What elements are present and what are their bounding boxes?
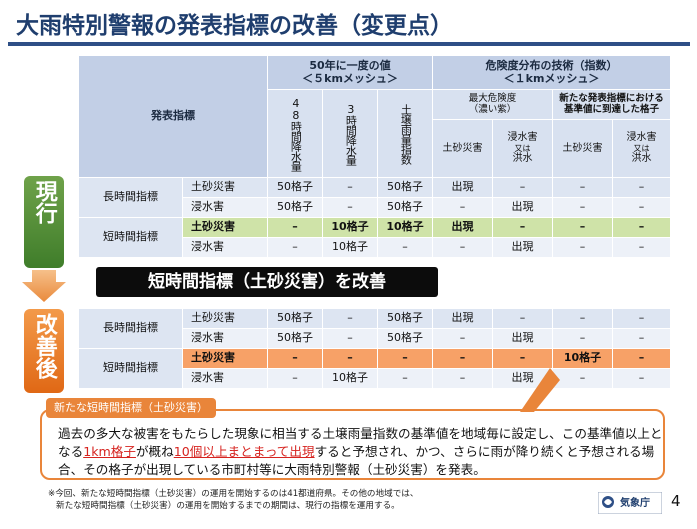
cell: 10格子 [322, 237, 378, 258]
cell: – [376, 237, 434, 258]
cell: – [492, 308, 553, 329]
cell: – [432, 348, 493, 369]
highlight-grid-count: 10個以上まとまって出現 [173, 444, 315, 459]
cell: 出現 [432, 177, 494, 198]
improvement-banner: 短時間指標（土砂災害）を改善 [96, 267, 438, 297]
row-type: 土砂災害 [182, 308, 268, 329]
cell: – [322, 348, 378, 369]
header-soil-index: 土壌雨量指数 [376, 89, 434, 178]
row-type: 土砂災害 [182, 177, 268, 198]
cell: – [612, 308, 671, 329]
cell: – [612, 368, 671, 389]
callout-text: 過去の多大な被害をもたらした現象に相当する土壌雨量指数の基準値を地域毎に設定し、… [58, 426, 663, 477]
cell: – [552, 197, 614, 218]
cell: 50格子 [376, 177, 434, 198]
cell: – [612, 328, 671, 349]
cell: – [492, 177, 554, 198]
cell: 出現 [432, 308, 493, 329]
row-group-long: 長時間指標 [78, 177, 183, 218]
row-type: 浸水害 [182, 328, 268, 349]
cell: – [552, 328, 613, 349]
cell: – [322, 197, 378, 218]
row-group-short: 短時間指標 [78, 348, 183, 389]
row-type: 浸水害 [182, 368, 268, 389]
improved-badge: 改善後 [24, 309, 64, 393]
callout-tag: 新たな短時間指標（土砂災害） [46, 398, 216, 418]
cell: – [322, 328, 378, 349]
header-flood-a: 浸水害 又は 洪水 [492, 119, 554, 178]
cell: 50格子 [377, 328, 433, 349]
current-criteria-table: 発表指標 50年に一度の値 ＜５kmメッシュ＞ 危険度分布の技術（指数） ＜１kmメ… [78, 55, 672, 258]
header-landslide-a: 土砂災害 [432, 119, 494, 178]
row-type: 浸水害 [182, 197, 268, 218]
cell: – [267, 237, 323, 258]
header-risk-map-group: 危険度分布の技術（指数） ＜１kmメッシュ＞ [432, 55, 672, 90]
row-type: 浸水害 [182, 237, 268, 258]
cell: 50格子 [376, 197, 434, 218]
cell: 出現 [432, 217, 494, 238]
cell: – [432, 237, 494, 258]
cell: 50格子 [267, 328, 323, 349]
cell: 出現 [492, 197, 554, 218]
cell: 10格子 [322, 217, 378, 238]
cell: 出現 [492, 237, 554, 258]
header-48h-rainfall: 48時間降水量 [267, 89, 323, 178]
footnote: ※今回、新たな短時間指標（土砂災害）の運用を開始するのは41都道府県。その他の地… [48, 489, 419, 511]
cell: 50格子 [267, 177, 323, 198]
cell: – [267, 217, 323, 238]
cell: – [432, 328, 493, 349]
cell: – [552, 308, 613, 329]
cell: – [612, 197, 672, 218]
cell: – [267, 368, 323, 389]
header-landslide-b: 土砂災害 [552, 119, 614, 178]
header-flood-b: 浸水害 又は 洪水 [612, 119, 672, 178]
cell: – [432, 197, 494, 218]
header-3h-rainfall: 3時間降水量 [322, 89, 378, 178]
cell: – [322, 308, 378, 329]
row-group-long: 長時間指標 [78, 308, 183, 349]
cell: – [612, 177, 672, 198]
cell: – [492, 348, 553, 369]
table-row-highlighted: 短時間指標 土砂災害 – – – – – 10格子 – [78, 348, 671, 389]
table-row: 長時間指標 土砂災害 50格子 – 50格子 出現 – – – [78, 308, 671, 349]
cell: 10格子 [552, 348, 613, 369]
page-number: 4 [671, 492, 681, 510]
cell: – [377, 348, 433, 369]
cell: – [552, 237, 614, 258]
table-row-highlighted: 短時間指標 土砂災害 – 10格子 10格子 出現 – – – [78, 217, 672, 258]
cell: – [377, 368, 433, 389]
cell: – [552, 217, 614, 238]
cell: – [612, 237, 672, 258]
down-arrow-icon [22, 270, 66, 302]
cell: 10格子 [376, 217, 434, 238]
cell: – [552, 177, 614, 198]
title-underline [8, 42, 690, 46]
cell: – [492, 217, 554, 238]
row-type: 土砂災害 [182, 348, 268, 369]
current-badge: 現行 [24, 176, 64, 268]
jma-logo: 気象庁 [597, 491, 663, 515]
cell: 出現 [492, 328, 553, 349]
cell: – [322, 177, 378, 198]
cell: – [267, 348, 323, 369]
header-indicator: 発表指標 [78, 55, 268, 178]
page-title: 大雨特別警報の発表指標の改善（変更点） [16, 13, 453, 39]
cell: 50格子 [267, 197, 323, 218]
cell: 10格子 [322, 368, 378, 389]
row-type: 土砂災害 [182, 217, 268, 238]
callout-pointer-icon [520, 368, 560, 412]
cell: 50格子 [267, 308, 323, 329]
cell: – [552, 368, 613, 389]
cell: 50格子 [377, 308, 433, 329]
header-50year-group: 50年に一度の値 ＜５kmメッシュ＞ [266, 55, 434, 90]
table-row: 長時間指標 土砂災害 50格子 – 50格子 出現 – – – [78, 177, 672, 218]
improved-criteria-table: 長時間指標 土砂災害 50格子 – 50格子 出現 – – – 浸水害 50格子… [78, 308, 671, 389]
cell: – [432, 368, 493, 389]
cell: – [612, 348, 671, 369]
row-group-short: 短時間指標 [78, 217, 183, 258]
header-max-risk: 最大危険度 （濃い紫） [432, 89, 554, 120]
header-new-criteria: 新たな発表指標における 基準値に到達した格子 [552, 89, 672, 120]
highlight-grid-size: 1km格子 [83, 444, 136, 459]
cell: – [612, 217, 672, 238]
